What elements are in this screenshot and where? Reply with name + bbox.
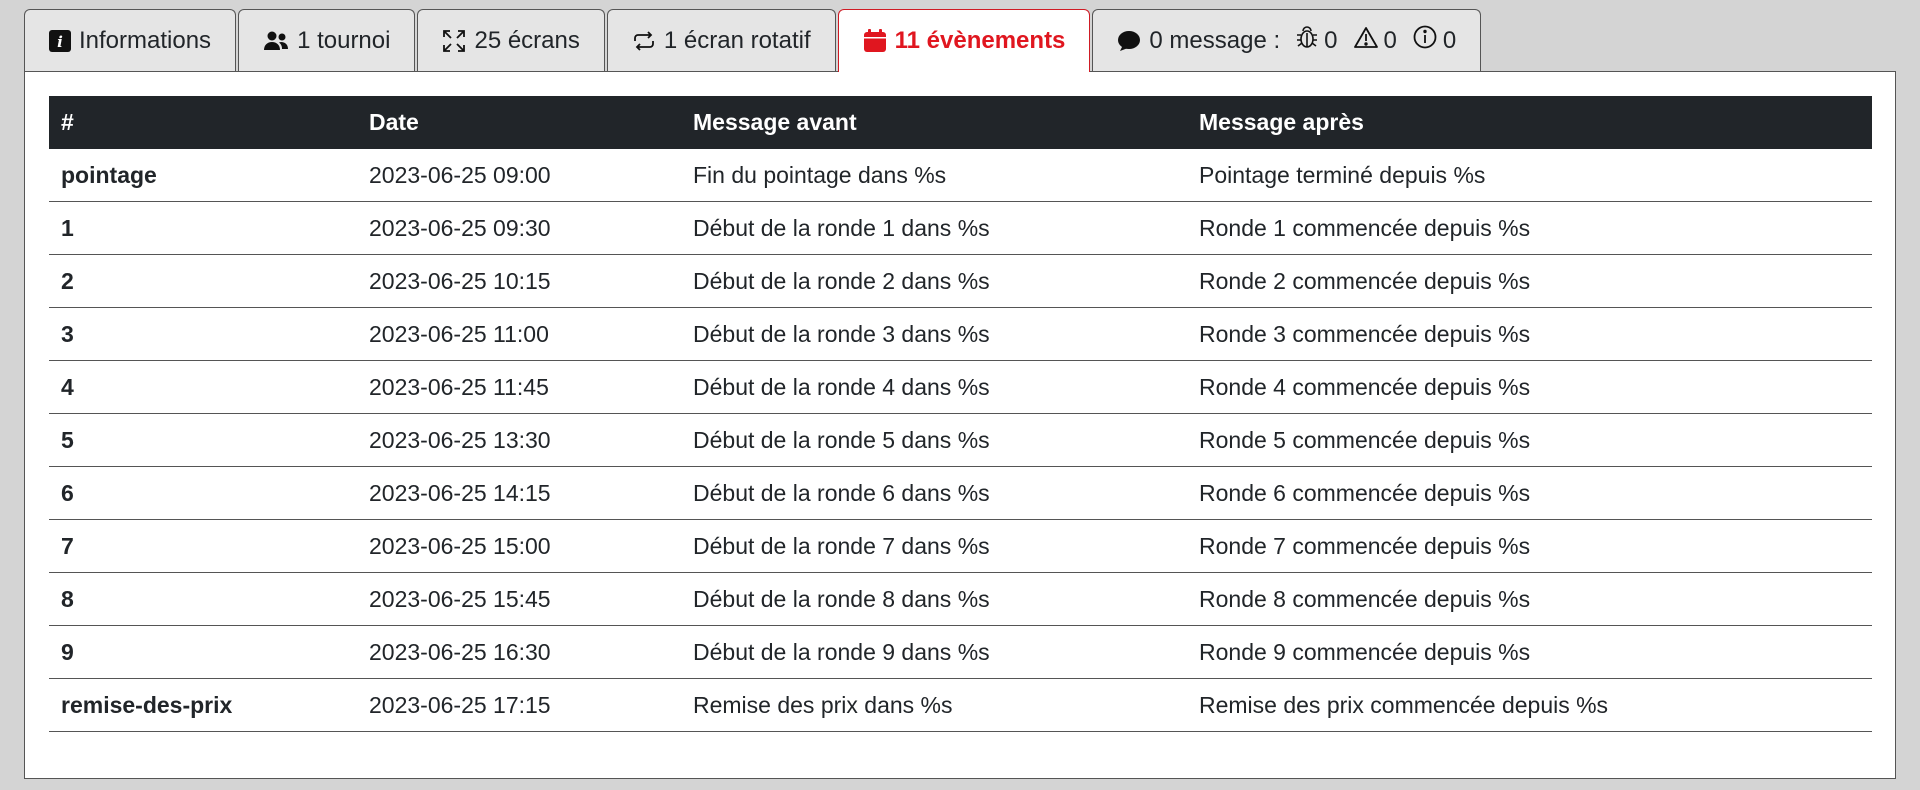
table-row: pointage 2023-06-25 09:00 Fin du pointag…: [49, 149, 1872, 202]
event-date: 2023-06-25 11:00: [357, 307, 681, 361]
event-id: 1: [49, 201, 357, 255]
event-message-before: Début de la ronde 6 dans %s: [681, 466, 1187, 520]
tab-label: 1 tournoi: [297, 26, 391, 54]
event-message-before: Début de la ronde 4 dans %s: [681, 360, 1187, 414]
calendar-icon: [863, 29, 887, 53]
tab-label: 1 écran rotatif: [663, 26, 811, 54]
event-date: 2023-06-25 13:30: [357, 413, 681, 467]
event-message-after: Pointage terminé depuis %s: [1187, 149, 1872, 202]
event-message-after: Ronde 7 commencée depuis %s: [1187, 519, 1872, 573]
event-date: 2023-06-25 15:00: [357, 519, 681, 573]
table-header-row: # Date Message avant Message après: [49, 96, 1872, 149]
event-date: 2023-06-25 09:00: [357, 149, 681, 202]
event-date: 2023-06-25 14:15: [357, 466, 681, 520]
info-circle-icon: [1413, 25, 1437, 56]
tab-tournoi[interactable]: 1 tournoi: [238, 9, 416, 71]
event-id: 3: [49, 307, 357, 361]
column-header-id: #: [49, 96, 357, 149]
events-table: # Date Message avant Message après point…: [49, 96, 1872, 732]
repeat-icon: [632, 30, 656, 51]
event-message-before: Début de la ronde 1 dans %s: [681, 201, 1187, 255]
event-date: 2023-06-25 11:45: [357, 360, 681, 414]
event-date: 2023-06-25 16:30: [357, 625, 681, 679]
event-message-before: Fin du pointage dans %s: [681, 149, 1187, 202]
event-message-after: Remise des prix commencée depuis %s: [1187, 678, 1872, 732]
event-id: 8: [49, 572, 357, 626]
warning-icon: [1353, 26, 1378, 55]
event-date: 2023-06-25 17:15: [357, 678, 681, 732]
table-row: 6 2023-06-25 14:15 Début de la ronde 6 d…: [49, 466, 1872, 520]
event-id: remise-des-prix: [49, 678, 357, 732]
tab-ecrans[interactable]: 25 écrans: [417, 9, 605, 71]
event-id: 4: [49, 360, 357, 414]
event-message-before: Début de la ronde 7 dans %s: [681, 519, 1187, 573]
event-message-after: Ronde 6 commencée depuis %s: [1187, 466, 1872, 520]
tab-evenements[interactable]: 11 évènements: [837, 9, 1091, 72]
event-message-after: Ronde 1 commencée depuis %s: [1187, 201, 1872, 255]
column-header-message-after: Message après: [1187, 96, 1872, 149]
table-row: 5 2023-06-25 13:30 Début de la ronde 5 d…: [49, 413, 1872, 467]
fullscreen-icon: [442, 29, 466, 53]
event-message-before: Début de la ronde 3 dans %s: [681, 307, 1187, 361]
tab-label: 11 évènements: [894, 27, 1066, 54]
bug-count: 0: [1296, 25, 1338, 56]
event-message-after: Ronde 4 commencée depuis %s: [1187, 360, 1872, 414]
column-header-message-before: Message avant: [681, 96, 1187, 149]
tab-bar: i Informations 1 tournoi 25 écrans 1 écr…: [24, 9, 1896, 72]
warning-count: 0: [1353, 26, 1397, 55]
event-date: 2023-06-25 15:45: [357, 572, 681, 626]
column-header-date: Date: [357, 96, 681, 149]
tab-label: Informations: [79, 26, 212, 54]
event-date: 2023-06-25 10:15: [357, 254, 681, 308]
table-row: 9 2023-06-25 16:30 Début de la ronde 9 d…: [49, 625, 1872, 679]
table-row: 4 2023-06-25 11:45 Début de la ronde 4 d…: [49, 360, 1872, 414]
event-message-after: Ronde 3 commencée depuis %s: [1187, 307, 1872, 361]
event-message-before: Remise des prix dans %s: [681, 678, 1187, 732]
event-id: 5: [49, 413, 357, 467]
table-row: 2 2023-06-25 10:15 Début de la ronde 2 d…: [49, 254, 1872, 308]
tab-ecran-rotatif[interactable]: 1 écran rotatif: [606, 9, 836, 71]
table-row: 1 2023-06-25 09:30 Début de la ronde 1 d…: [49, 201, 1872, 255]
bug-icon: [1296, 25, 1318, 56]
event-message-after: Ronde 8 commencée depuis %s: [1187, 572, 1872, 626]
users-icon: [263, 31, 289, 51]
event-message-after: Ronde 5 commencée depuis %s: [1187, 413, 1872, 467]
svg-text:i: i: [57, 33, 63, 51]
event-message-after: Ronde 2 commencée depuis %s: [1187, 254, 1872, 308]
event-id: pointage: [49, 149, 357, 202]
tab-messages[interactable]: 0 message : 0 0 0: [1092, 9, 1482, 71]
event-message-after: Ronde 9 commencée depuis %s: [1187, 625, 1872, 679]
event-id: 7: [49, 519, 357, 573]
event-id: 9: [49, 625, 357, 679]
event-id: 6: [49, 466, 357, 520]
table-row: remise-des-prix 2023-06-25 17:15 Remise …: [49, 678, 1872, 732]
table-row: 8 2023-06-25 15:45 Début de la ronde 8 d…: [49, 572, 1872, 626]
event-id: 2: [49, 254, 357, 308]
events-panel: # Date Message avant Message après point…: [24, 71, 1896, 779]
tournament-view: i Informations 1 tournoi 25 écrans 1 écr…: [24, 9, 1896, 779]
event-message-before: Début de la ronde 8 dans %s: [681, 572, 1187, 626]
event-message-before: Début de la ronde 2 dans %s: [681, 254, 1187, 308]
info-count: 0: [1413, 25, 1456, 56]
tab-label: 25 écrans: [474, 26, 580, 54]
info-square-icon: i: [49, 29, 71, 52]
table-row: 3 2023-06-25 11:00 Début de la ronde 3 d…: [49, 307, 1872, 361]
tab-label: 0 message :: [1149, 26, 1281, 54]
event-message-before: Début de la ronde 9 dans %s: [681, 625, 1187, 679]
event-date: 2023-06-25 09:30: [357, 201, 681, 255]
event-message-before: Début de la ronde 5 dans %s: [681, 413, 1187, 467]
tab-informations[interactable]: i Informations: [24, 9, 237, 71]
table-row: 7 2023-06-25 15:00 Début de la ronde 7 d…: [49, 519, 1872, 573]
chat-bubble-icon: [1117, 30, 1141, 52]
